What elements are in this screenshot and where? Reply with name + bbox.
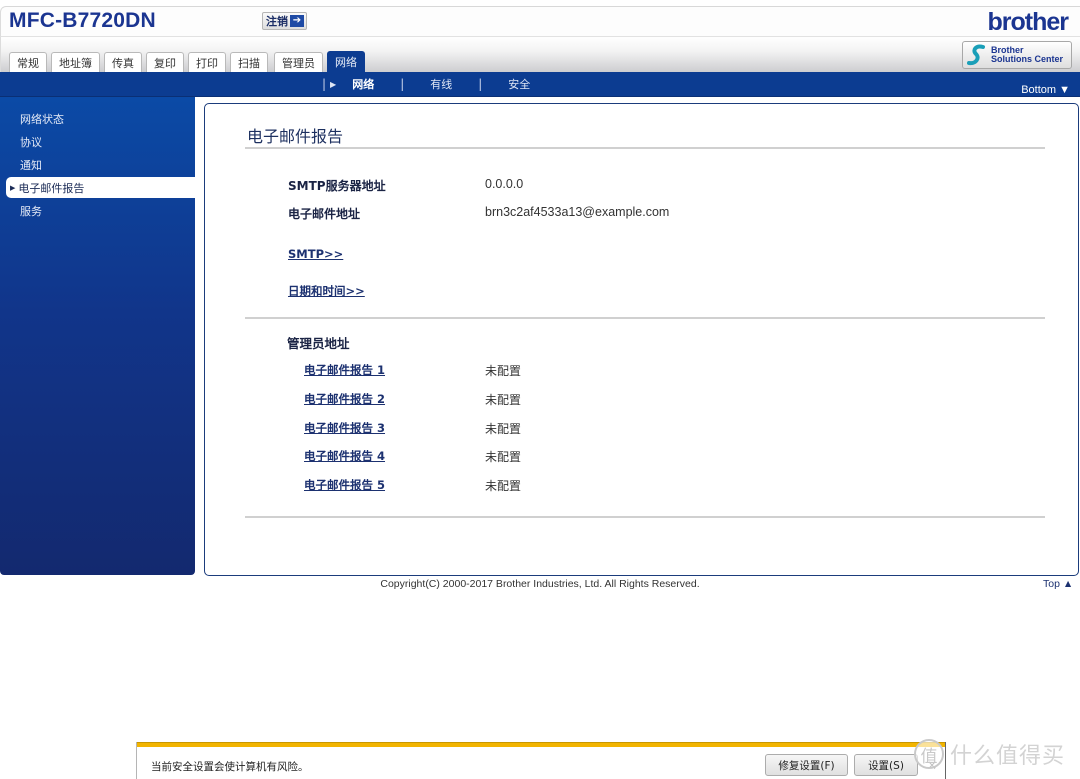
email-report-5-status: 未配置 [485, 479, 522, 493]
email-report-1-link[interactable]: 电子邮件报告 1 [304, 362, 385, 378]
watermark-text: 什么值得买 [950, 744, 1066, 769]
solutions-center-icon [967, 44, 985, 66]
sidebar-item-protocol[interactable]: 协议 [20, 134, 42, 150]
tab-scan[interactable]: 扫描 [230, 52, 268, 72]
tab-copy[interactable]: 复印 [146, 52, 184, 72]
solutions-center-line2: Solutions Center [991, 54, 1064, 64]
sidebar-item-email-report[interactable]: ▶ 电子邮件报告 [6, 177, 195, 198]
email-report-1-status: 未配置 [485, 364, 522, 378]
smtp-link[interactable]: SMTP>> [288, 247, 343, 261]
tab-general[interactable]: 常规 [9, 52, 47, 72]
main-tabs: 常规 地址簿 传真 复印 打印 扫描 管理员 网络 [9, 51, 365, 72]
solutions-center-button[interactable]: Brother Solutions Center [962, 41, 1072, 69]
email-report-5-link[interactable]: 电子邮件报告 5 [304, 477, 385, 493]
admin-address-heading: 管理员地址 [287, 336, 350, 351]
subnav-separator: | [400, 77, 405, 91]
copyright-text: Copyright(C) 2000-2017 Brother Industrie… [380, 578, 700, 590]
tab-fax[interactable]: 传真 [104, 52, 142, 72]
selected-arrow-icon: ▶ [10, 183, 16, 192]
smtp-server-label: SMTP服务器地址 [288, 179, 386, 193]
email-address-value: brn3c2af4533a13@example.com [485, 205, 670, 219]
logout-label: 注销 [266, 15, 288, 28]
email-report-3-link[interactable]: 电子邮件报告 3 [304, 420, 385, 436]
security-notification-bar: 当前安全设置会使计算机有风险。 修复设置(F) 设置(S) × [136, 742, 946, 779]
top-link[interactable]: Top ▲ [1043, 578, 1073, 590]
tab-print[interactable]: 打印 [188, 52, 226, 72]
header-top [0, 6, 1080, 37]
solutions-center-label: Brother Solutions Center [991, 46, 1063, 64]
email-report-4-status: 未配置 [485, 450, 522, 464]
subnav-network[interactable]: 网络 [352, 76, 374, 92]
section-divider [245, 317, 1045, 319]
fix-settings-button[interactable]: 修复设置(F) [765, 754, 848, 776]
bottom-divider [245, 516, 1045, 518]
close-icon[interactable]: × [927, 758, 937, 772]
sidebar: 网络状态 协议 通知 ▶ 电子邮件报告 服务 [0, 97, 195, 575]
warning-stripe [137, 742, 945, 747]
brother-logo: brother [987, 8, 1069, 36]
model-title: MFC-B7720DN [9, 9, 156, 32]
email-report-2-status: 未配置 [485, 393, 522, 407]
date-time-link[interactable]: 日期和时间>> [288, 283, 365, 299]
email-report-4-link[interactable]: 电子邮件报告 4 [304, 448, 385, 464]
bottom-link[interactable]: Bottom ▼ [1021, 84, 1070, 96]
subnav-separator: | [478, 77, 483, 91]
sidebar-item-network-status[interactable]: 网络状态 [20, 111, 64, 127]
smtp-server-value: 0.0.0.0 [485, 177, 524, 191]
subnav-marker: | [322, 77, 327, 91]
logout-button[interactable]: 注销 ➔ [262, 12, 307, 30]
settings-button[interactable]: 设置(S) [854, 754, 918, 776]
email-report-2-link[interactable]: 电子邮件报告 2 [304, 391, 385, 407]
arrow-right-icon: ➔ [290, 15, 304, 27]
subnav: | ▶ 网络 | 有线 | 安全 [322, 76, 530, 92]
notification-message: 当前安全设置会使计算机有风险。 [151, 761, 309, 773]
sidebar-item-service[interactable]: 服务 [20, 203, 42, 219]
sub-navigation-bar: | ▶ 网络 | 有线 | 安全 [0, 72, 1080, 97]
tab-address-book[interactable]: 地址簿 [51, 52, 100, 72]
page-title: 电子邮件报告 [247, 127, 344, 146]
current-arrow-icon: ▶ [330, 79, 337, 89]
tab-administrator[interactable]: 管理员 [274, 52, 323, 72]
email-report-3-status: 未配置 [485, 422, 522, 436]
subnav-security[interactable]: 安全 [508, 76, 530, 92]
email-address-label: 电子邮件地址 [288, 207, 361, 221]
sidebar-item-label: 电子邮件报告 [18, 181, 85, 195]
tab-network[interactable]: 网络 [327, 51, 365, 72]
title-divider [245, 147, 1045, 149]
subnav-wired[interactable]: 有线 [430, 76, 452, 92]
sidebar-item-notification[interactable]: 通知 [20, 157, 42, 173]
